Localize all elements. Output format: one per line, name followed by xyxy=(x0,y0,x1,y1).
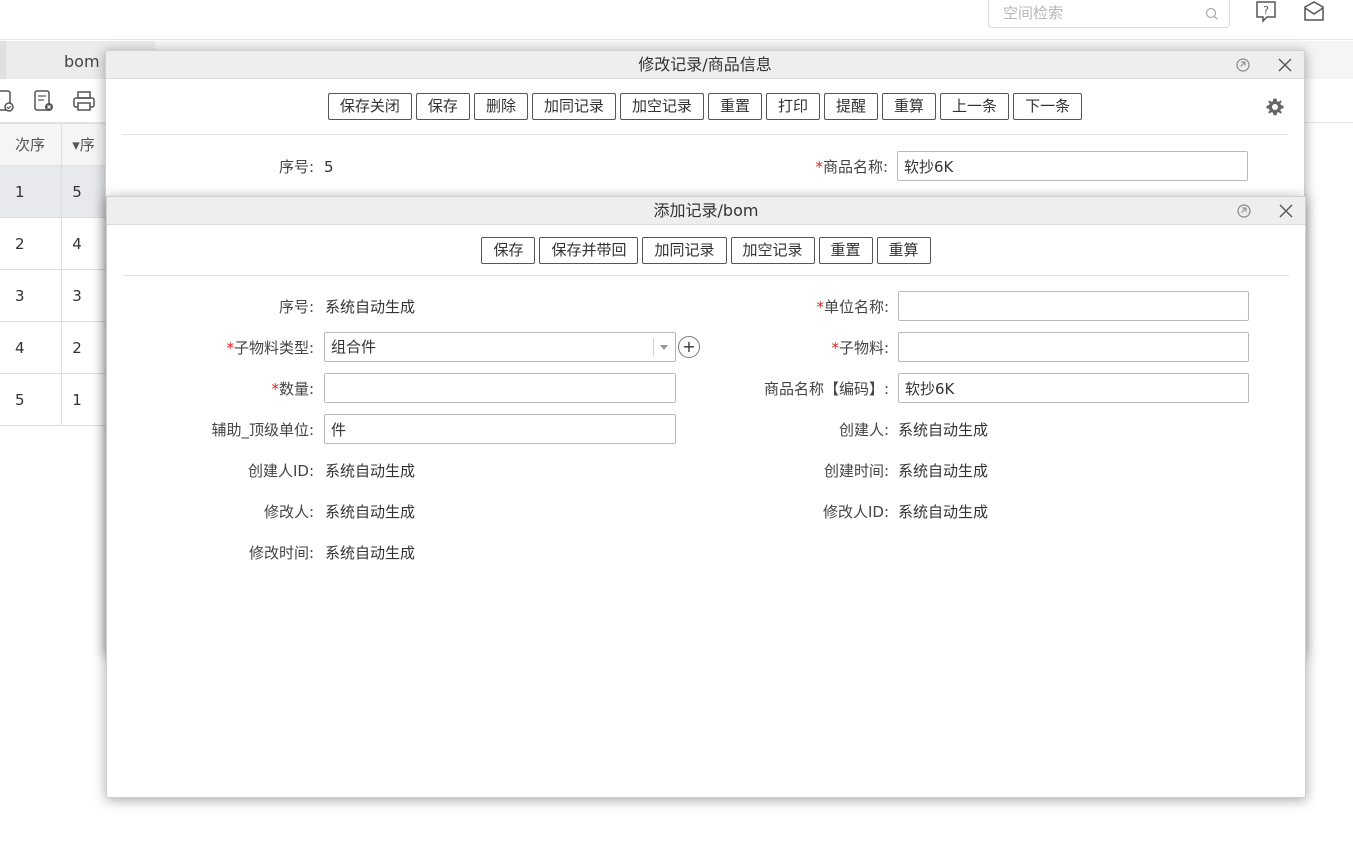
table-cell: 4 xyxy=(0,321,63,374)
recalculate-button[interactable]: 重算 xyxy=(876,237,931,264)
approve-doc-icon[interactable] xyxy=(0,89,16,113)
creator-id-label: 创建人ID: xyxy=(247,462,314,480)
edit-toolbar: 保存关闭 保存 删除 加同记录 加空记录 重置 打印 提醒 重算 上一条 下一条 xyxy=(106,93,1304,120)
gear-icon[interactable] xyxy=(1265,97,1285,117)
sub-material-type-select[interactable]: 组合件 xyxy=(324,332,676,362)
quantity-input[interactable] xyxy=(324,373,676,403)
restore-icon[interactable] xyxy=(1234,56,1252,74)
tab-label: bom xyxy=(64,52,100,71)
sub-material-input[interactable] xyxy=(898,332,1249,362)
modifier-value: 系统自动生成 xyxy=(325,503,416,521)
table-row[interactable]: 3 3 xyxy=(0,269,120,322)
save-close-button[interactable]: 保存关闭 xyxy=(327,93,412,120)
help-icon[interactable]: ? xyxy=(1254,0,1278,24)
close-icon[interactable] xyxy=(1277,202,1295,220)
modifier-id-value: 系统自动生成 xyxy=(898,503,989,521)
modified-time-value: 系统自动生成 xyxy=(325,544,416,562)
window-title-text: 添加记录/bom xyxy=(653,201,759,220)
select-separator xyxy=(653,338,654,356)
table-cell: 1 xyxy=(0,165,63,218)
cancel-doc-icon[interactable] xyxy=(32,89,56,113)
product-name-input[interactable] xyxy=(897,151,1248,181)
add-empty-record-button[interactable]: 加空记录 xyxy=(619,93,704,120)
unit-name-label: *单位名称: xyxy=(816,298,889,316)
table-row[interactable]: 1 5 xyxy=(0,165,120,218)
sub-material-label: *子物料: xyxy=(831,339,889,357)
top-bar: ? xyxy=(0,0,1353,40)
reset-button[interactable]: 重置 xyxy=(818,237,873,264)
close-icon[interactable] xyxy=(1276,56,1294,74)
creator-value: 系统自动生成 xyxy=(898,421,989,439)
window-title-text: 修改记录/商品信息 xyxy=(638,55,772,74)
seq-label: 序号: xyxy=(278,158,314,176)
table-cell: 5 xyxy=(0,373,63,426)
table-row[interactable]: 2 4 xyxy=(0,217,120,270)
product-code-label: 商品名称【编码】: xyxy=(763,380,889,398)
add-same-record-button[interactable]: 加同记录 xyxy=(531,93,616,120)
search-input[interactable] xyxy=(989,0,1199,26)
modifier-id-label: 修改人ID: xyxy=(822,503,889,521)
save-button[interactable]: 保存 xyxy=(415,93,470,120)
table-cell: 3 xyxy=(0,269,63,322)
creator-id-value: 系统自动生成 xyxy=(325,462,416,480)
remind-button[interactable]: 提醒 xyxy=(824,93,879,120)
print-button[interactable]: 打印 xyxy=(766,93,821,120)
plus-icon: + xyxy=(682,337,696,356)
prev-record-button[interactable]: 上一条 xyxy=(940,93,1010,120)
quantity-label: *数量: xyxy=(271,380,314,398)
window-title: 修改记录/商品信息 xyxy=(106,51,1304,79)
table-cell: 2 xyxy=(0,217,63,270)
modifier-label: 修改人: xyxy=(263,503,314,521)
divider xyxy=(123,275,1289,276)
recalculate-button[interactable]: 重算 xyxy=(882,93,937,120)
unit-name-input[interactable] xyxy=(898,291,1249,321)
record-table: 次序 ▾序 1 5 2 4 3 3 4 2 5 1 xyxy=(0,123,120,426)
top-unit-input[interactable] xyxy=(324,414,676,444)
add-record-window: 添加记录/bom 保存 保存并带回 加同记录 加空记录 重置 重算 序号: 系统… xyxy=(106,196,1306,798)
restore-icon[interactable] xyxy=(1235,202,1253,220)
creator-label: 创建人: xyxy=(838,421,889,439)
message-icon[interactable] xyxy=(1302,0,1326,24)
seq-value: 系统自动生成 xyxy=(325,298,416,316)
chevron-down-icon[interactable] xyxy=(660,345,668,350)
seq-value: 5 xyxy=(324,158,334,176)
table-row[interactable]: 5 1 xyxy=(0,373,120,426)
save-button[interactable]: 保存 xyxy=(481,237,536,264)
table-header-row: 次序 ▾序 xyxy=(0,123,120,166)
divider xyxy=(122,134,1288,135)
table-row[interactable]: 4 2 xyxy=(0,321,120,374)
save-and-return-button[interactable]: 保存并带回 xyxy=(539,237,639,264)
column-header-order[interactable]: 次序 xyxy=(0,123,63,166)
sub-material-type-label: *子物料类型: xyxy=(226,339,314,357)
window-title: 添加记录/bom xyxy=(107,197,1305,225)
top-unit-label: 辅助_顶级单位: xyxy=(211,421,314,439)
product-name-label: *商品名称: xyxy=(815,158,888,176)
reset-button[interactable]: 重置 xyxy=(707,93,762,120)
add-toolbar: 保存 保存并带回 加同记录 加空记录 重置 重算 xyxy=(107,237,1305,264)
next-record-button[interactable]: 下一条 xyxy=(1013,93,1083,120)
search-icon[interactable] xyxy=(1205,7,1219,21)
print-icon[interactable] xyxy=(72,89,96,113)
svg-text:?: ? xyxy=(1263,4,1269,17)
add-sub-type-button[interactable]: + xyxy=(678,336,700,358)
delete-button[interactable]: 删除 xyxy=(473,93,528,120)
modified-time-label: 修改时间: xyxy=(248,544,314,562)
created-time-value: 系统自动生成 xyxy=(898,462,989,480)
add-same-record-button[interactable]: 加同记录 xyxy=(642,237,727,264)
space-search[interactable] xyxy=(988,0,1230,28)
product-code-input[interactable] xyxy=(898,373,1249,403)
seq-label: 序号: xyxy=(278,298,314,316)
sub-material-type-value: 组合件 xyxy=(331,338,377,356)
created-time-label: 创建时间: xyxy=(823,462,889,480)
add-empty-record-button[interactable]: 加空记录 xyxy=(730,237,815,264)
